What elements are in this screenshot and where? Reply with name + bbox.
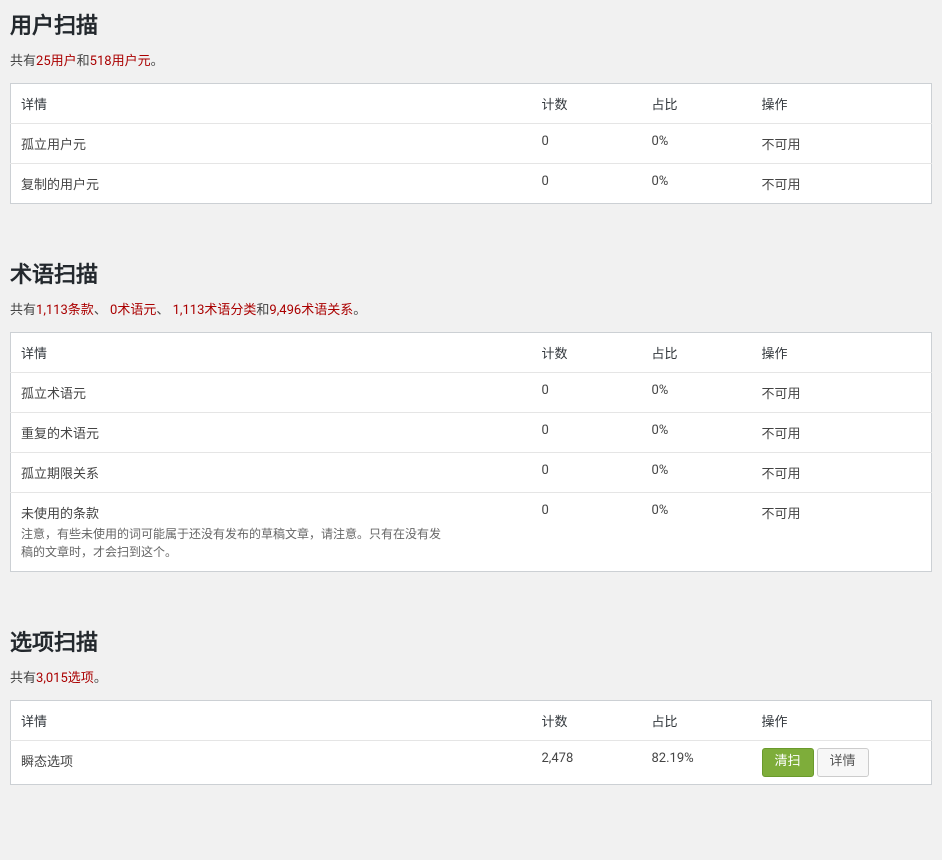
- summary-text: 共有: [10, 671, 36, 686]
- summary-highlight: 518用户元: [90, 54, 151, 69]
- cell-count: 0: [532, 493, 642, 572]
- table-row: 复制的用户元 00% 不可用: [11, 164, 932, 204]
- cell-detail: 孤立期限关系: [11, 453, 532, 493]
- table-row: 孤立用户元 00% 不可用: [11, 124, 932, 164]
- col-header-count: 计数: [532, 333, 642, 373]
- summary-text: 和: [256, 303, 269, 318]
- col-header-detail: 详情: [11, 84, 532, 124]
- col-header-detail: 详情: [11, 333, 532, 373]
- section-title: 用户扫描: [10, 0, 932, 40]
- section-summary: 共有1,113条款、 0术语元、 1,113术语分类和9,496术语关系。: [10, 299, 932, 318]
- table-row: 重复的术语元 00% 不可用: [11, 413, 932, 453]
- cell-count: 0: [532, 453, 642, 493]
- section-title: 术语扫描: [10, 249, 932, 289]
- summary-text: 共有: [10, 303, 36, 318]
- cell-detail: 未使用的条款注意，有些未使用的词可能属于还没有发布的草稿文章，请注意。只有在没有…: [11, 493, 532, 572]
- data-table: 详情计数占比操作孤立术语元00%不可用重复的术语元00%不可用孤立期限关系00%…: [10, 332, 932, 572]
- section-term: 术语扫描共有1,113条款、 0术语元、 1,113术语分类和9,496术语关系…: [10, 249, 932, 572]
- table-row: 未使用的条款注意，有些未使用的词可能属于还没有发布的草稿文章，请注意。只有在没有…: [11, 493, 932, 572]
- cell-action: 不可用: [752, 493, 932, 572]
- action-unavailable: 不可用: [762, 467, 801, 482]
- row-title: 复制的用户元: [21, 178, 99, 193]
- table-row: 孤立期限关系 00% 不可用: [11, 453, 932, 493]
- table-row: 瞬态选项2,47882.19%清扫详情: [11, 741, 932, 785]
- summary-text: 。: [151, 54, 164, 69]
- cell-pct: 0%: [642, 493, 752, 572]
- col-header-pct: 占比: [642, 701, 752, 741]
- cell-detail: 瞬态选项: [11, 741, 532, 785]
- cell-pct: 0%: [642, 413, 752, 453]
- row-title: 重复的术语元: [21, 427, 99, 442]
- row-title: 孤立术语元: [21, 387, 86, 402]
- col-header-action: 操作: [752, 333, 932, 373]
- action-unavailable: 不可用: [762, 507, 801, 522]
- section-summary: 共有25用户和518用户元。: [10, 50, 932, 69]
- table-row: 孤立术语元 00% 不可用: [11, 373, 932, 413]
- row-note: 注意，有些未使用的词可能属于还没有发布的草稿文章，请注意。只有在没有发稿的文章时…: [21, 525, 441, 561]
- data-table: 详情计数占比操作瞬态选项2,47882.19%清扫详情: [10, 700, 932, 785]
- row-title: 未使用的条款: [21, 507, 99, 522]
- action-unavailable: 不可用: [762, 387, 801, 402]
- row-title: 瞬态选项: [21, 755, 73, 770]
- summary-highlight: 1,113术语分类: [173, 303, 257, 318]
- cell-pct: 0%: [642, 453, 752, 493]
- cell-count: 0: [532, 124, 642, 164]
- cell-detail: 重复的术语元: [11, 413, 532, 453]
- summary-highlight: 0术语元: [110, 303, 156, 318]
- cell-detail: 孤立用户元: [11, 124, 532, 164]
- summary-text: 、: [94, 303, 110, 318]
- col-header-pct: 占比: [642, 333, 752, 373]
- col-header-count: 计数: [532, 701, 642, 741]
- summary-highlight: 9,496术语关系: [269, 303, 353, 318]
- col-header-detail: 详情: [11, 701, 532, 741]
- section-title: 选项扫描: [10, 617, 932, 657]
- cell-count: 0: [532, 373, 642, 413]
- summary-text: 和: [77, 54, 90, 69]
- col-header-pct: 占比: [642, 84, 752, 124]
- cell-count: 0: [532, 164, 642, 204]
- row-title: 孤立期限关系: [21, 467, 99, 482]
- cell-count: 2,478: [532, 741, 642, 785]
- section-option: 选项扫描共有3,015选项。详情计数占比操作瞬态选项2,47882.19%清扫详…: [10, 617, 932, 785]
- cell-pct: 82.19%: [642, 741, 752, 785]
- summary-text: 。: [353, 303, 366, 318]
- data-table: 详情计数占比操作孤立用户元00%不可用复制的用户元00%不可用: [10, 83, 932, 204]
- summary-text: 。: [94, 671, 107, 686]
- col-header-count: 计数: [532, 84, 642, 124]
- cell-action: 不可用: [752, 413, 932, 453]
- action-unavailable: 不可用: [762, 138, 801, 153]
- summary-highlight: 1,113条款: [36, 303, 94, 318]
- summary-highlight: 3,015选项: [36, 671, 94, 686]
- cell-detail: 孤立术语元: [11, 373, 532, 413]
- cell-pct: 0%: [642, 373, 752, 413]
- action-unavailable: 不可用: [762, 427, 801, 442]
- section-user: 用户扫描共有25用户和518用户元。详情计数占比操作孤立用户元00%不可用复制的…: [10, 0, 932, 204]
- summary-text: 、: [156, 303, 172, 318]
- action-unavailable: 不可用: [762, 178, 801, 193]
- summary-highlight: 25用户: [36, 54, 77, 69]
- row-title: 孤立用户元: [21, 138, 86, 153]
- cell-action: 不可用: [752, 124, 932, 164]
- col-header-action: 操作: [752, 701, 932, 741]
- cell-detail: 复制的用户元: [11, 164, 532, 204]
- cell-pct: 0%: [642, 164, 752, 204]
- cell-action: 不可用: [752, 373, 932, 413]
- clean-button[interactable]: 清扫: [762, 748, 814, 777]
- detail-button[interactable]: 详情: [817, 748, 869, 777]
- cell-pct: 0%: [642, 124, 752, 164]
- summary-text: 共有: [10, 54, 36, 69]
- cell-action: 清扫详情: [752, 741, 932, 785]
- cell-count: 0: [532, 413, 642, 453]
- section-summary: 共有3,015选项。: [10, 667, 932, 686]
- col-header-action: 操作: [752, 84, 932, 124]
- cell-action: 不可用: [752, 453, 932, 493]
- cell-action: 不可用: [752, 164, 932, 204]
